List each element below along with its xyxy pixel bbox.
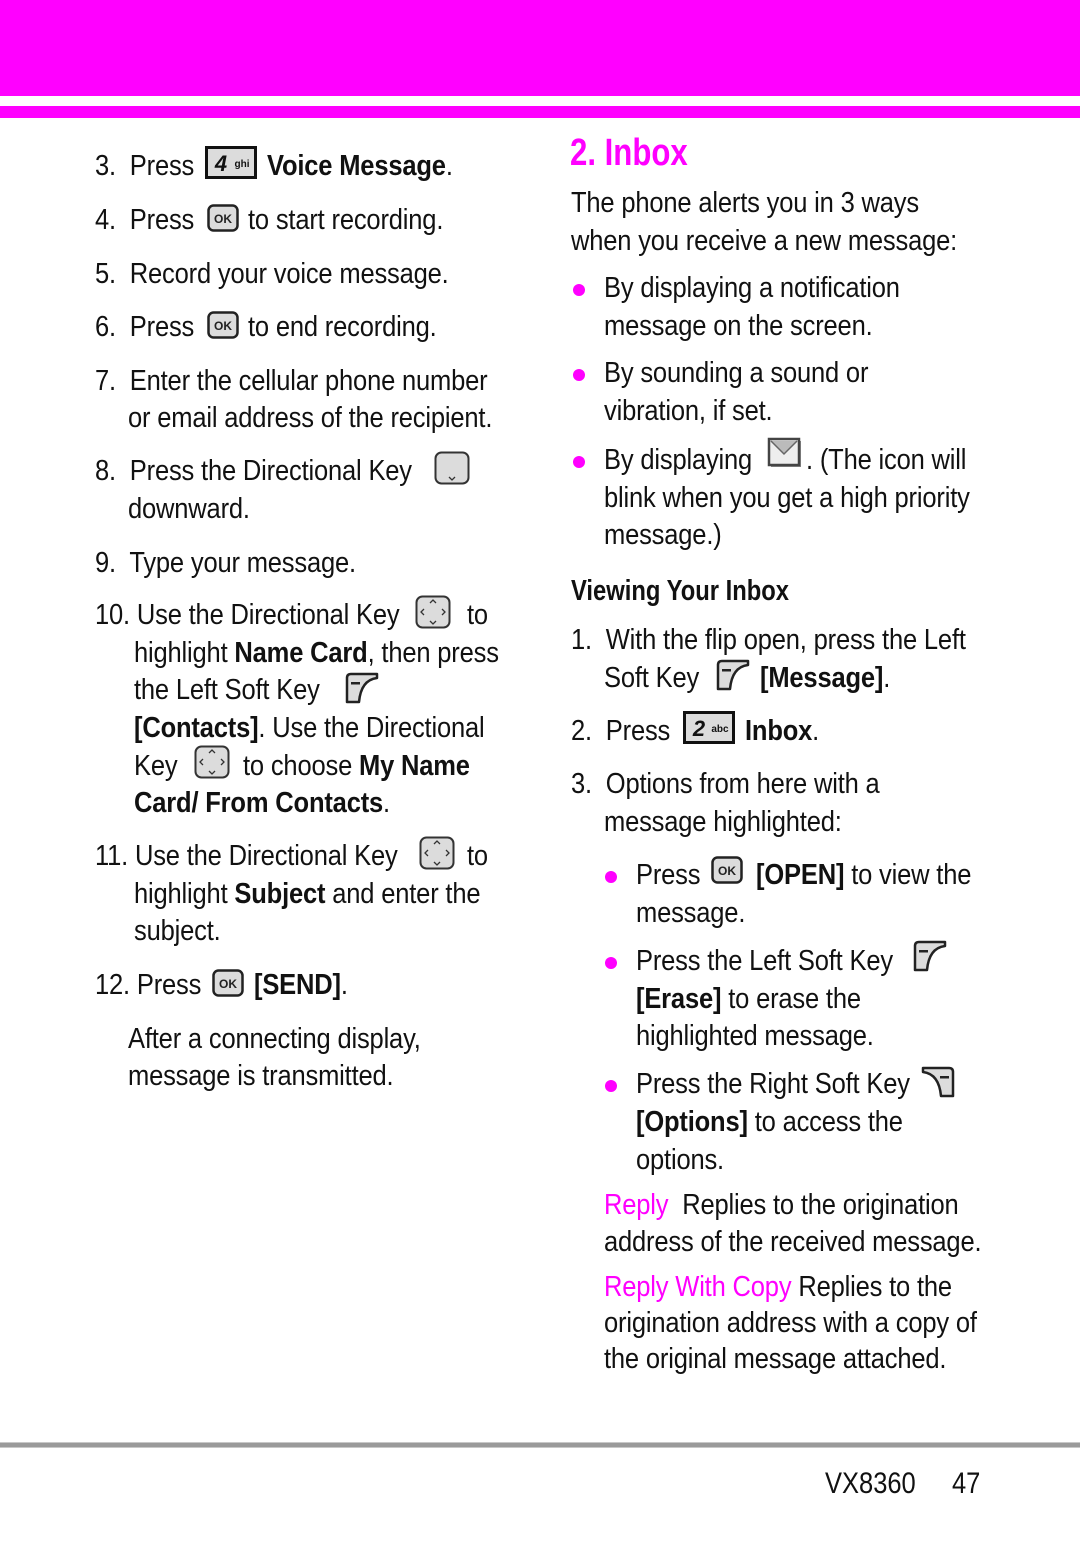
term-reply: Reply xyxy=(604,1189,669,1221)
ok-key-icon xyxy=(207,204,239,232)
section-title: 2. Inbox xyxy=(570,132,688,174)
bullet-icon xyxy=(573,284,585,296)
card-from-contacts-label: Card/ From Contacts xyxy=(134,787,384,819)
intro-text: The phone alerts you in 3 ways xyxy=(571,187,919,219)
alert-item: By sounding a sound or xyxy=(604,357,869,389)
bullet-icon xyxy=(605,871,617,883)
bullet-icon xyxy=(605,957,617,969)
definition-reply-with-copy: Reply With Copy Replies to the xyxy=(604,1271,952,1303)
inbox-step-2: 2. Press xyxy=(571,715,671,747)
inbox-label: Inbox xyxy=(745,715,813,747)
bullet-icon xyxy=(573,369,585,381)
erase-label: [Erase] xyxy=(636,983,722,1015)
step-3: 3. Press xyxy=(95,150,195,182)
ok-key-icon xyxy=(212,969,244,997)
step-8: 8. Press the Directional Key xyxy=(95,455,412,487)
left-soft-key-icon xyxy=(913,940,947,972)
ok-key-icon xyxy=(711,856,743,884)
bullet-icon xyxy=(573,456,585,468)
header-stripe xyxy=(0,106,1080,118)
page-number: 47 xyxy=(952,1467,981,1500)
envelope-icon xyxy=(767,437,803,469)
voice-message-label: Voice Message xyxy=(267,150,446,182)
step-5: 5. Record your voice message. xyxy=(95,258,449,290)
options-label: [Options] xyxy=(636,1106,748,1138)
step-10: 10. Use the Directional Key xyxy=(95,599,400,631)
subject-label: Subject xyxy=(234,878,326,910)
option-open: Press xyxy=(636,859,701,891)
left-soft-key-icon xyxy=(345,672,379,704)
step-4: 4. Press xyxy=(95,204,195,236)
svg-text:abc: abc xyxy=(711,724,729,735)
message-label: [Message] xyxy=(760,662,884,694)
bullet-icon xyxy=(605,1080,617,1092)
ok-key-icon xyxy=(207,311,239,339)
definition-reply: Reply Replies to the origination xyxy=(604,1189,959,1221)
term-reply-with-copy: Reply With Copy xyxy=(604,1271,792,1303)
directional-key-icon xyxy=(415,595,451,629)
step-6: 6. Press xyxy=(95,311,195,343)
header-band xyxy=(0,0,1080,96)
directional-key-down-icon xyxy=(434,451,470,485)
footer-model: VX8360 xyxy=(825,1467,916,1500)
name-card-label: Name Card xyxy=(234,637,368,669)
directional-key-icon xyxy=(419,836,455,870)
step-7: 7. Enter the cellular phone number xyxy=(95,365,488,397)
left-soft-key-icon xyxy=(716,659,750,691)
svg-text:2: 2 xyxy=(692,716,706,741)
open-label: [OPEN] xyxy=(756,859,845,891)
contacts-label: [Contacts] xyxy=(134,712,259,744)
svg-text:4: 4 xyxy=(214,151,227,176)
step-12: 12. Press xyxy=(95,969,202,1001)
svg-text:ghi: ghi xyxy=(235,159,250,170)
transmit-note: After a connecting display, xyxy=(128,1023,421,1055)
alert-item: By displaying a notification xyxy=(604,272,900,304)
key-2abc-icon: 2 abc xyxy=(683,711,735,744)
step-9: 9. Type your message. xyxy=(95,547,356,579)
alert-item: By displaying xyxy=(604,444,753,476)
step-number: 3. xyxy=(95,150,116,182)
inbox-step-3: 3. Options from here with a xyxy=(571,768,880,800)
key-4ghi-icon: 4 ghi xyxy=(205,146,257,179)
send-label: [SEND] xyxy=(254,969,341,1001)
my-name-label: My Name xyxy=(359,750,470,782)
inbox-step-1: 1. With the flip open, press the Left xyxy=(571,624,966,656)
viewing-inbox-heading: Viewing Your Inbox xyxy=(571,575,790,607)
option-erase: Press the Left Soft Key xyxy=(636,945,893,977)
right-soft-key-icon xyxy=(921,1066,955,1098)
directional-key-icon xyxy=(194,745,230,779)
option-options: Press the Right Soft Key xyxy=(636,1068,910,1100)
step-11: 11. Use the Directional Key xyxy=(95,840,398,872)
footer-rule xyxy=(0,1442,1080,1448)
